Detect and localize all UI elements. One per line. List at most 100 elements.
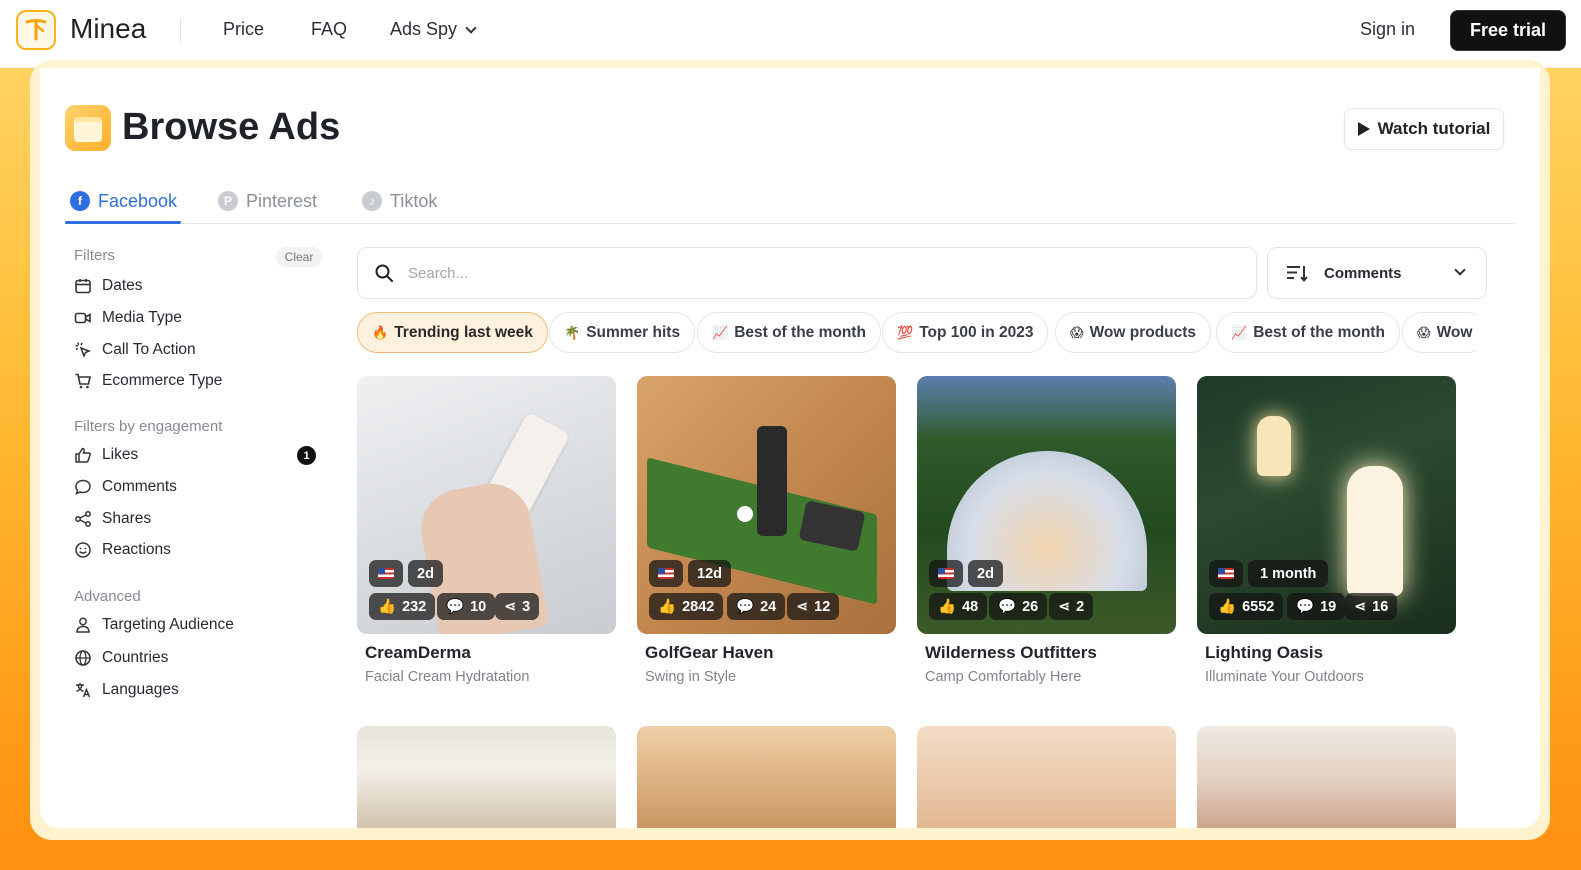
play-icon: [1357, 122, 1370, 136]
search-input[interactable]: [408, 264, 1208, 282]
free-trial-button[interactable]: Free trial: [1450, 10, 1566, 51]
chip-summer-hits[interactable]: 🌴 Summer hits: [549, 312, 696, 353]
likes-filter-count-badge: 1: [297, 446, 316, 465]
filter-likes-label: Likes: [102, 446, 139, 463]
likes-badge: 👍 2842: [649, 593, 724, 620]
large-lantern-shape: [1347, 466, 1403, 596]
filter-languages[interactable]: Languages: [74, 679, 179, 701]
ad-image-dome-tent[interactable]: 2d 👍 48 💬 26 ⋖ 2: [917, 376, 1176, 634]
ad-image-jewelry-box[interactable]: [637, 726, 896, 828]
likes-badge: 👍 48: [929, 593, 988, 620]
small-lantern-shape: [1257, 416, 1291, 476]
ad-image-cream[interactable]: 2d 👍 232 💬 10 ⋖ 3: [357, 376, 616, 634]
chip-label: Best of the month: [734, 323, 866, 341]
sign-in-link[interactable]: Sign in: [1360, 19, 1415, 40]
ad-brand-name[interactable]: GolfGear Haven: [645, 643, 896, 663]
minea-logo-icon[interactable]: [16, 10, 56, 50]
tab-facebook[interactable]: f Facebook: [70, 184, 177, 218]
chip-wow[interactable]: 😱 Wow: [1402, 312, 1477, 353]
tab-tiktok[interactable]: ♪ Tiktok: [362, 184, 437, 218]
chat-bubble-icon: 💬: [998, 599, 1017, 615]
watch-tutorial-button[interactable]: Watch tutorial: [1344, 108, 1504, 150]
platform-tabs: f Facebook P Pinterest ♪ Tiktok: [65, 178, 1515, 224]
browse-ads-icon: [65, 105, 111, 151]
tab-pinterest[interactable]: P Pinterest: [218, 184, 317, 218]
chat-bubble-icon: 💬: [736, 599, 755, 615]
filter-dates[interactable]: Dates: [74, 275, 143, 297]
nav-link-price[interactable]: Price: [223, 19, 264, 40]
chip-best-of-the-month-2[interactable]: 📈 Best of the month: [1216, 312, 1400, 353]
brand-name[interactable]: Minea: [70, 13, 146, 45]
ad-image-lanterns[interactable]: 1 month 👍 6552 💬 19 ⋖ 16: [1197, 376, 1456, 634]
ad-card[interactable]: 2d 👍 48 💬 26 ⋖ 2 Wilderness Outfitters Camp…: [917, 376, 1176, 685]
chat-bubble-icon: 💬: [446, 599, 465, 615]
ad-image-woman-portrait[interactable]: [1197, 726, 1456, 828]
comments-count: 19: [1320, 598, 1337, 615]
likes-count: 48: [962, 598, 979, 615]
comments-badge: 💬 10: [437, 593, 496, 620]
shocked-face-icon: 😱: [1417, 324, 1431, 340]
shares-badge: ⋖ 3: [495, 593, 540, 620]
thumbs-up-icon: 👍: [938, 599, 957, 615]
filter-call-to-action-label: Call To Action: [102, 341, 196, 358]
filter-media-type[interactable]: Media Type: [74, 307, 182, 329]
chip-trending-last-week[interactable]: 🔥 Trending last week: [357, 312, 548, 353]
likes-count: 6552: [1242, 598, 1275, 615]
device-stand-shape: [757, 426, 787, 536]
sort-select[interactable]: Comments: [1267, 247, 1487, 299]
filter-likes[interactable]: Likes: [74, 444, 138, 466]
chip-best-of-the-month[interactable]: 📈 Best of the month: [697, 312, 881, 353]
shares-count: 3: [522, 598, 531, 615]
filter-countries[interactable]: Countries: [74, 647, 168, 669]
browse-ads-panel: Browse Ads Watch tutorial f Facebook P P…: [40, 68, 1540, 828]
ad-brand-name[interactable]: Wilderness Outfitters: [925, 643, 1176, 663]
search-bar[interactable]: [357, 247, 1257, 299]
shopping-cart-icon: [75, 373, 91, 389]
filter-ecommerce-type-label: Ecommerce Type: [102, 372, 223, 389]
ad-brand-name[interactable]: Lighting Oasis: [1205, 643, 1456, 663]
chat-bubble-icon: [75, 479, 91, 495]
nav-link-ads-spy[interactable]: Ads Spy: [390, 19, 477, 40]
share-icon: ⋖: [1058, 598, 1071, 615]
chart-increasing-icon: 📈: [712, 324, 729, 340]
filter-targeting-audience[interactable]: Targeting Audience: [74, 614, 234, 636]
comments-badge: 💬 26: [989, 593, 1048, 620]
nav-link-faq[interactable]: FAQ: [311, 19, 347, 40]
shares-count: 2: [1076, 598, 1085, 615]
filter-comments[interactable]: Comments: [74, 476, 177, 498]
thumbs-up-icon: 👍: [1218, 599, 1237, 615]
share-icon: [75, 511, 91, 527]
chip-wow-products[interactable]: 😱 Wow products: [1055, 312, 1212, 353]
ad-card[interactable]: 12d 👍 2842 💬 24 ⋖ 12 GolfGear Haven Swing i…: [637, 376, 896, 685]
thumbs-up-icon: 👍: [378, 599, 397, 615]
smiley-icon: [75, 542, 91, 558]
filter-reactions[interactable]: Reactions: [74, 539, 171, 561]
shares-badge: ⋖ 16: [1345, 593, 1398, 620]
filter-shares[interactable]: Shares: [74, 508, 151, 530]
ad-card[interactable]: 1 month 👍 6552 💬 19 ⋖ 16 Lighting Oasis Ill…: [1197, 376, 1456, 685]
shocked-face-icon: 😱: [1070, 324, 1084, 340]
filter-ecommerce-type[interactable]: Ecommerce Type: [74, 370, 222, 392]
search-icon: [375, 264, 393, 282]
advanced-heading: Advanced: [74, 588, 141, 605]
filters-heading: Filters: [74, 247, 115, 264]
comments-count: 26: [1022, 598, 1039, 615]
hundred-points-icon: 💯: [897, 324, 914, 340]
ad-subtitle: Swing in Style: [645, 669, 737, 685]
ad-image-hand-strap[interactable]: [917, 726, 1176, 828]
ad-brand-name[interactable]: CreamDerma: [365, 643, 616, 663]
tab-facebook-label: Facebook: [98, 190, 178, 211]
filter-comments-label: Comments: [102, 478, 177, 495]
globe-icon: [75, 650, 91, 666]
tab-pinterest-label: Pinterest: [246, 190, 318, 211]
clear-filters-button[interactable]: Clear: [276, 247, 322, 267]
comments-badge: 💬 19: [1287, 593, 1346, 620]
ad-image-golf[interactable]: 12d 👍 2842 💬 24 ⋖ 12: [637, 376, 896, 634]
cursor-click-icon: [75, 342, 92, 359]
filter-call-to-action[interactable]: Call To Action: [74, 339, 196, 361]
chip-top-100-in-2023[interactable]: 💯 Top 100 in 2023: [882, 312, 1049, 353]
user-icon: [76, 617, 90, 633]
fire-icon: 🔥: [372, 324, 389, 340]
ad-image-bathroom-mat[interactable]: [357, 726, 616, 828]
ad-card[interactable]: 2d 👍 232 💬 10 ⋖ 3 CreamDerma Facial Cream H…: [357, 376, 616, 685]
